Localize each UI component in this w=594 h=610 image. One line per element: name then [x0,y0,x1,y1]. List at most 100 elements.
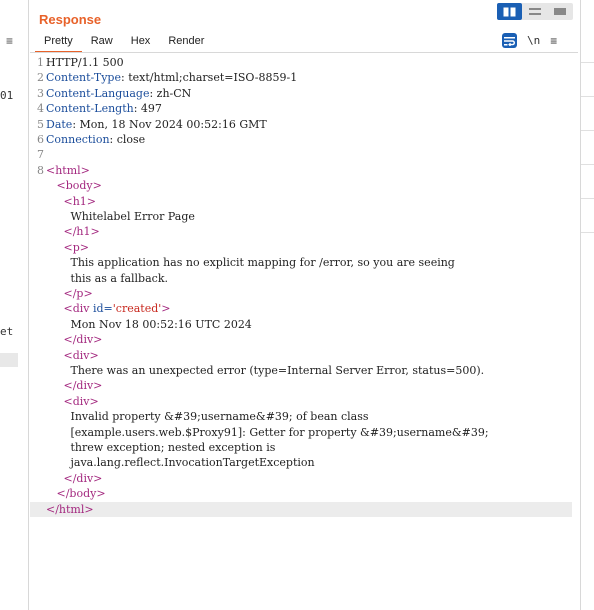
code-line: </div> [30,471,572,486]
code-line: <p> [30,240,572,255]
code-token: Whitelabel Error Page [46,210,195,223]
code-line: 3 Content-Language: zh-CN [30,86,572,101]
code-token: : zh-CN [149,86,192,100]
response-title: Response [39,12,102,27]
code-token: <div [63,302,93,316]
right-divider [581,130,594,131]
line-number: 6 [37,133,44,146]
line-number: 3 [37,86,44,100]
line-number: 4 [37,102,44,116]
code-line: 5 Date: Mon, 18 Nov 2024 00:52:16 GMT [30,117,572,132]
code-line: There was an unexpected error (type=Inte… [30,363,572,378]
code-token: Content-Language [46,86,150,100]
line-number: 7 [37,148,44,162]
code-line: <div> [30,348,572,363]
code-token: </body> [56,487,106,501]
tab-render[interactable]: Render [159,34,213,51]
left-menu-icon[interactable]: ≡ [6,34,13,48]
code-token: <body> [56,179,102,193]
tab-pretty[interactable]: Pretty [35,34,82,53]
right-divider [581,164,594,165]
code-line: 6 Connection: close [30,132,572,147]
response-pane: Response Pretty Raw Hex Render \n ≡ 1 HT… [30,0,578,610]
right-divider [581,62,594,63]
code-token: : Mon, 18 Nov 2024 00:52:16 GMT [72,117,267,131]
columns-icon [503,7,516,16]
right-panel [580,0,594,610]
code-line: java.lang.reflect.InvocationTargetExcept… [30,455,572,470]
code-token: : close [109,133,146,146]
code-token: 'created' [112,302,162,316]
left-fragment-text: et [0,325,14,338]
code-line: <h1> [30,194,572,209]
code-line: threw exception; nested exception is [30,440,572,455]
code-line: 8 <html> [30,163,572,178]
code-line: Mon Nov 18 00:52:16 UTC 2024 [30,317,572,332]
code-token: </html> [46,502,94,516]
single-pane-icon [553,8,566,15]
code-line: </html> [30,501,572,517]
code-line: </body> [30,486,572,501]
code-line: Whitelabel Error Page [30,209,572,224]
right-divider [581,232,594,233]
editor-toolbar: \n ≡ [502,33,557,48]
word-wrap-button[interactable] [502,33,517,48]
code-token: > [161,302,171,316]
tab-raw[interactable]: Raw [82,34,122,51]
code-line: [example.users.web.$Proxy91]: Getter for… [30,425,572,440]
code-token: There was an unexpected error (type=Inte… [46,364,485,377]
code-line: <div> [30,394,572,409]
code-line: </div> [30,378,572,393]
code-line: 4 Content-Length: 497 [30,101,572,116]
code-token: Content-Length [46,102,134,116]
tab-divider [30,52,578,53]
code-token: java.lang.reflect.InvocationTargetExcept… [46,456,315,470]
right-divider [581,198,594,199]
code-token: </div> [63,471,103,485]
code-token: <div> [63,394,99,408]
view-tabs: Pretty Raw Hex Render [35,34,213,53]
line-number: 1 [37,56,44,69]
left-selected-row[interactable] [0,353,18,367]
code-token: </div> [63,333,103,347]
left-fragment-text: 01 [0,89,14,102]
show-newlines-button[interactable]: \n [527,34,540,47]
layout-single-button[interactable] [547,3,572,20]
code-line: <body> [30,178,572,193]
code-token: threw exception; nested exception is [46,441,276,454]
code-token: <html> [46,163,90,177]
code-line: 1 HTTP/1.1 500 [30,55,572,70]
code-token: Connection [46,133,110,146]
code-line: </h1> [30,224,572,239]
code-line: <div id='created'> [30,301,572,316]
code-token: </p> [63,287,93,300]
code-token: HTTP/1.1 500 [46,56,124,69]
rows-icon [528,8,541,15]
code-line: 7 [30,147,572,162]
code-line: This application has no explicit mapping… [30,255,572,270]
right-divider [581,96,594,97]
tab-hex[interactable]: Hex [122,34,160,51]
layout-side-by-side-button[interactable] [497,3,522,20]
code-token: Date [46,117,73,131]
code-line: </p> [30,286,572,301]
line-number: 8 [37,163,44,177]
layout-stacked-button[interactable] [522,3,547,20]
code-token: [example.users.web.$Proxy91]: Getter for… [46,425,489,439]
code-token: </h1> [63,225,100,239]
layout-toggle [497,3,573,20]
code-token: Mon Nov 18 00:52:16 UTC 2024 [46,317,252,331]
code-token: this as a fallback. [46,271,168,285]
code-token: </div> [63,379,103,393]
response-editor[interactable]: 1 HTTP/1.1 500 2 Content-Type: text/html;ch… [30,55,578,610]
editor-menu-icon[interactable]: ≡ [550,34,557,48]
line-number: 5 [37,117,44,131]
